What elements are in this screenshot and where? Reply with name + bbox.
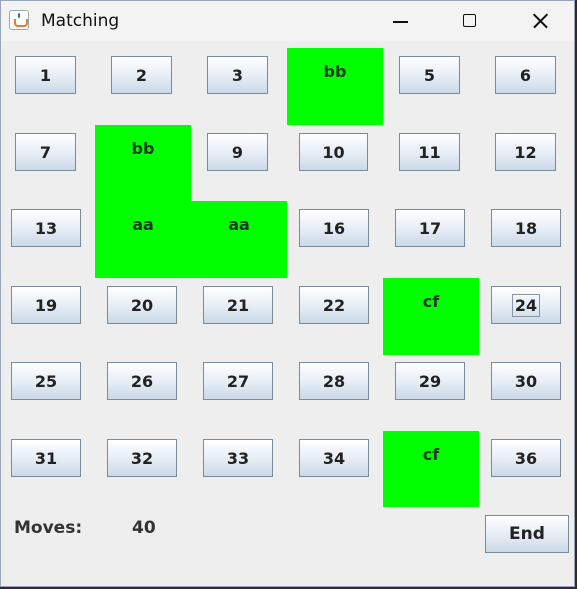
- tile-button-22[interactable]: 22: [299, 286, 369, 324]
- tile-button-20[interactable]: 20: [107, 286, 177, 324]
- matched-tile: cf: [383, 278, 479, 355]
- tile-button-17[interactable]: 17: [395, 209, 465, 247]
- tile-button-16[interactable]: 16: [299, 209, 369, 247]
- tile-label: 10: [322, 142, 345, 162]
- tile-button-12[interactable]: 12: [495, 133, 556, 171]
- maximize-icon[interactable]: [435, 1, 505, 41]
- tile-button-24[interactable]: 24: [491, 286, 561, 324]
- tile-button-28[interactable]: 28: [299, 362, 369, 400]
- tile-label: 36: [514, 448, 538, 468]
- game-window: Matching Moves: 40 End 1 2 3 bb 5 6 7 bb 9 10 11 12…: [0, 0, 575, 587]
- tile-label: 24: [511, 293, 541, 317]
- tile-label: bb: [131, 139, 155, 158]
- tile-button-29[interactable]: 29: [395, 362, 465, 400]
- tile-label: 2: [135, 65, 148, 85]
- tile-label: 17: [418, 218, 442, 238]
- tile-board: Moves: 40 End 1 2 3 bb 5 6 7 bb 9 10 11 12 13 aa aa 16 1…: [1, 41, 574, 581]
- matched-tile: aa: [191, 201, 287, 278]
- tile-label: 26: [130, 371, 154, 391]
- window-title: Matching: [41, 11, 120, 31]
- tile-label: 32: [130, 448, 154, 468]
- matched-tile: bb: [287, 48, 383, 125]
- tile-label: 1: [39, 65, 52, 85]
- moves-count: 40: [132, 518, 156, 538]
- tile-button-26[interactable]: 26: [107, 362, 177, 400]
- tile-button-1[interactable]: 1: [15, 56, 76, 94]
- tile-label: cf: [422, 445, 440, 464]
- tile-label: 21: [226, 295, 250, 315]
- tile-label: bb: [323, 62, 347, 81]
- matched-tile: aa: [95, 201, 191, 278]
- tile-label: 33: [226, 448, 250, 468]
- tile-button-2[interactable]: 2: [111, 56, 172, 94]
- tile-button-9[interactable]: 9: [207, 133, 268, 171]
- tile-label: 31: [34, 448, 58, 468]
- tile-label: 13: [34, 218, 58, 238]
- tile-button-21[interactable]: 21: [203, 286, 273, 324]
- tile-button-6[interactable]: 6: [495, 56, 556, 94]
- tile-label: 22: [322, 295, 346, 315]
- tile-button-19[interactable]: 19: [11, 286, 81, 324]
- tile-button-10[interactable]: 10: [299, 133, 368, 171]
- tile-button-13[interactable]: 13: [11, 209, 81, 247]
- tile-button-31[interactable]: 31: [11, 439, 81, 477]
- matched-tile: cf: [383, 431, 479, 507]
- java-cup-icon: [9, 10, 29, 30]
- tile-button-32[interactable]: 32: [107, 439, 177, 477]
- tile-label: 7: [39, 142, 52, 162]
- tile-label: 16: [322, 218, 346, 238]
- title-bar[interactable]: Matching: [1, 1, 574, 41]
- tile-button-33[interactable]: 33: [203, 439, 273, 477]
- tile-button-34[interactable]: 34: [299, 439, 369, 477]
- tile-label: 30: [514, 371, 538, 391]
- tile-label: cf: [422, 292, 440, 311]
- tile-label: 19: [34, 295, 58, 315]
- matched-tile: bb: [95, 125, 191, 202]
- tile-button-30[interactable]: 30: [491, 362, 561, 400]
- close-icon[interactable]: [506, 1, 574, 41]
- tile-label: 11: [418, 142, 441, 162]
- tile-label: 20: [130, 295, 154, 315]
- tile-button-3[interactable]: 3: [207, 56, 268, 94]
- tile-button-27[interactable]: 27: [203, 362, 273, 400]
- tile-label: 25: [34, 371, 58, 391]
- tile-label: aa: [228, 215, 250, 234]
- tile-button-5[interactable]: 5: [399, 56, 460, 94]
- tile-label: 34: [322, 448, 346, 468]
- tile-label: 6: [519, 65, 532, 85]
- tile-label: aa: [132, 215, 154, 234]
- tile-label: 29: [418, 371, 442, 391]
- tile-button-11[interactable]: 11: [399, 133, 460, 171]
- tile-label: 9: [231, 142, 244, 162]
- tile-label: 28: [322, 371, 346, 391]
- end-button[interactable]: End: [485, 515, 569, 553]
- tile-label: 5: [423, 65, 436, 85]
- tile-label: 3: [231, 65, 244, 85]
- tile-button-36[interactable]: 36: [491, 439, 561, 477]
- moves-label: Moves:: [14, 518, 83, 538]
- tile-button-7[interactable]: 7: [15, 133, 76, 171]
- tile-label: 18: [514, 218, 538, 238]
- tile-label: 12: [514, 142, 537, 162]
- tile-button-25[interactable]: 25: [11, 362, 81, 400]
- tile-button-18[interactable]: 18: [491, 209, 561, 247]
- tile-label: 27: [226, 371, 250, 391]
- minimize-icon[interactable]: [367, 1, 437, 41]
